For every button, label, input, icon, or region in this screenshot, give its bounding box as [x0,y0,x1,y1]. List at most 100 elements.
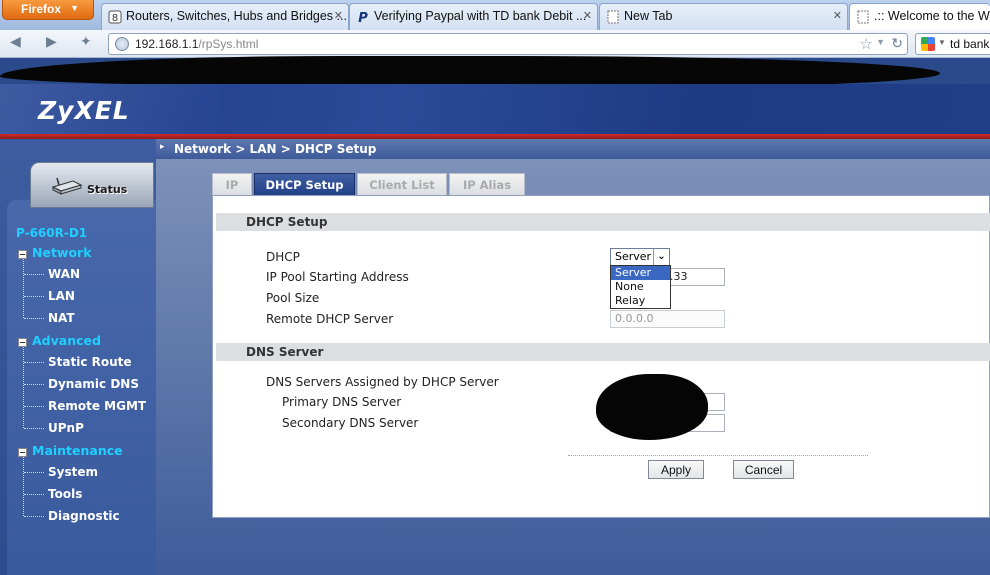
tree-line [24,494,44,495]
breadcrumb-arrow-icon: ▸ [160,142,165,152]
collapse-icon[interactable]: − [18,448,27,457]
dhcp-mode-value: Server [615,250,652,263]
sidebar-item-system[interactable]: System [48,465,98,479]
tree-line [24,318,44,319]
url-host: 192.168.1.1 [135,37,199,51]
sidebar-item-wan[interactable]: WAN [48,267,80,281]
sidebar-item-upnp[interactable]: UPnP [48,421,84,435]
dhcp-mode-select[interactable]: Server ⌄ [610,248,670,266]
collapse-icon[interactable]: − [18,250,27,259]
router-header [0,84,990,138]
chevron-down-icon[interactable]: ▼ [938,38,946,47]
status-button[interactable]: Status [30,162,154,208]
tab-ip-alias[interactable]: IP Alias [449,173,525,196]
browser-tab-bar: Firefox ▼ 8 Routers, Switches, Hubs and … [0,0,990,30]
browser-tab-paypal[interactable]: P Verifying Paypal with TD bank Debit ..… [349,3,598,30]
tree-line [23,344,24,428]
tab-ip[interactable]: IP [212,173,252,196]
bookmark-star-icon[interactable]: ☆ [860,35,873,53]
dhcp-option-server[interactable]: Server [611,266,670,280]
tree-line [24,384,44,385]
tree-line [24,406,44,407]
sidebar-group-label: Maintenance [32,443,123,458]
browser-tab-welcome[interactable]: .:: Welcome to the We [849,3,990,30]
dhcp-mode-options: Server None Relay [610,265,671,309]
pool-size-label: Pool Size [266,291,320,305]
browser-tab-title: New Tab [624,9,673,23]
tab-dhcp-setup[interactable]: DHCP Setup [254,173,355,196]
browser-tab-newtab[interactable]: New Tab ✕ [599,3,848,30]
browser-tab-routers[interactable]: 8 Routers, Switches, Hubs and Bridges ..… [101,3,349,30]
pool-start-label: IP Pool Starting Address [266,270,409,284]
pool-start-value: .33 [670,270,688,283]
redaction-blot [596,374,708,440]
close-icon[interactable]: ✕ [583,9,592,22]
back-arrow-icon[interactable]: ◀ [10,34,21,50]
google-icon [921,37,935,51]
secondary-dns-label: Secondary DNS Server [282,416,419,430]
chevron-down-icon[interactable]: ▼ [876,37,885,47]
url-bar[interactable]: 192.168.1.1/rpSys.html ☆ ▼ ↻ [108,33,908,55]
home-icon[interactable]: ✦ [80,34,92,50]
sidebar-item-diagnostic[interactable]: Diagnostic [48,509,120,523]
dhcp-option-none[interactable]: None [611,280,670,294]
remote-dhcp-value: 0.0.0.0 [615,312,654,325]
search-text: td bank [950,37,990,51]
tree-line [23,256,24,318]
breadcrumb: Network > LAN > DHCP Setup [156,139,990,159]
close-icon[interactable]: ✕ [334,9,343,22]
forward-arrow-icon[interactable]: ▶ [46,34,57,50]
sidebar-item-tools[interactable]: Tools [48,487,82,501]
blank-page-icon [607,10,619,24]
sidebar-item-static-route[interactable]: Static Route [48,355,132,369]
reload-icon[interactable]: ↻ [891,35,903,52]
dns-assigned-label: DNS Servers Assigned by DHCP Server [266,375,499,389]
cancel-button[interactable]: Cancel [733,460,794,479]
tab-client-list[interactable]: Client List [357,173,447,196]
dhcp-option-relay[interactable]: Relay [611,294,670,308]
tree-line [24,296,44,297]
collapse-icon[interactable]: − [18,338,27,347]
sidebar-item-nat[interactable]: NAT [48,311,75,325]
browser-tab-title: Routers, Switches, Hubs and Bridges ... [126,9,347,23]
device-model: P-660R-D1 [16,226,88,240]
remote-dhcp-input[interactable]: 0.0.0.0 [610,310,725,328]
button-divider [568,455,868,456]
browser-tab-title: .:: Welcome to the We [874,9,990,23]
paypal-icon: P [358,11,368,24]
firefox-menu-label: Firefox [21,2,62,16]
browser-nav-bar: ◀ ▶ ✦ 192.168.1.1/rpSys.html ☆ ▼ ↻ ▼ td … [0,30,990,58]
sidebar-item-remote-mgmt[interactable]: Remote MGMT [48,399,146,413]
svg-text:P: P [358,11,368,24]
apply-button[interactable]: Apply [648,460,704,479]
chevron-down-icon[interactable]: ⌄ [653,249,669,265]
chevron-down-icon: ▼ [70,3,79,13]
sidebar-group-label: Network [32,245,92,260]
close-icon[interactable]: ✕ [833,9,842,22]
blank-page-icon [857,10,869,24]
tree-line [23,454,24,516]
sidebar-group-maintenance[interactable]: − Maintenance [18,443,123,458]
zyxel-logo: ZyXEL [38,96,130,125]
dhcp-label: DHCP [266,250,300,264]
remote-dhcp-label: Remote DHCP Server [266,312,394,326]
status-label: Status [87,183,128,196]
primary-dns-label: Primary DNS Server [282,395,402,409]
sidebar-group-label: Advanced [32,333,101,348]
tree-line [24,428,44,429]
sidebar-group-network[interactable]: − Network [18,245,92,260]
sidebar-item-dynamic-dns[interactable]: Dynamic DNS [48,377,139,391]
search-input[interactable]: ▼ td bank [915,33,990,55]
sidebar-item-lan[interactable]: LAN [48,289,75,303]
tree-line [24,516,44,517]
section-dhcp-setup: DHCP Setup [216,213,990,231]
sidebar-group-advanced[interactable]: − Advanced [18,333,101,348]
network-icon: 8 [108,10,122,24]
globe-icon [115,37,129,51]
router-icon [51,177,83,195]
url-path: /rpSys.html [198,37,259,51]
firefox-menu-button[interactable]: Firefox ▼ [2,0,94,20]
tree-line [24,472,44,473]
tree-line [24,362,44,363]
tree-line [24,274,44,275]
